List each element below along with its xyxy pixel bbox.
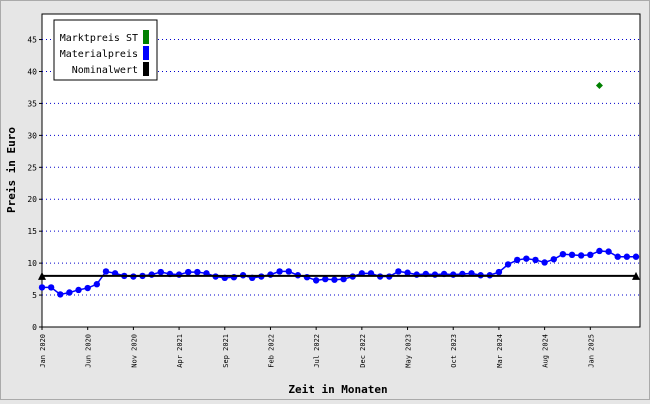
y-tick-label: 35: [27, 99, 37, 108]
x-tick-label: Oct 2023: [450, 334, 458, 368]
data-point-materialpreis: [605, 248, 612, 255]
data-point-materialpreis: [577, 252, 585, 259]
legend-label: Marktpreis ST: [60, 33, 138, 44]
data-point-materialpreis: [395, 268, 402, 275]
y-tick-label: 25: [27, 163, 37, 172]
x-tick-label: Dec 2022: [359, 334, 367, 368]
legend: Marktpreis ST Materialpreis Nominalwert: [53, 19, 158, 81]
data-point-materialpreis: [194, 268, 201, 276]
data-point-materialpreis: [285, 268, 292, 275]
legend-swatch: [143, 30, 149, 44]
x-tick-label: Sep 2021: [222, 334, 230, 368]
x-tick-label: Aug 2024: [542, 334, 550, 368]
x-tick-label: May 2023: [405, 334, 413, 368]
y-tick-label: 15: [27, 227, 37, 236]
x-tick-label: Jan 2020: [39, 334, 47, 368]
y-tick-label: 45: [27, 36, 37, 45]
x-tick-label: Jan 2025: [587, 334, 595, 368]
data-point-materialpreis: [157, 268, 164, 276]
data-point-materialpreis: [541, 259, 548, 266]
data-point-materialpreis: [57, 291, 64, 298]
x-axis-title: Zeit in Monaten: [288, 383, 387, 396]
y-tick-label: 0: [32, 323, 37, 332]
x-tick-label: Feb 2022: [267, 334, 275, 368]
data-point-materialpreis: [596, 247, 603, 255]
data-point-materialpreis: [623, 253, 631, 260]
data-point-materialpreis: [38, 284, 46, 291]
data-point-materialpreis: [504, 261, 512, 268]
x-tick-label: Apr 2021: [176, 334, 184, 368]
data-point-materialpreis: [66, 289, 73, 296]
data-point-materialpreis: [587, 251, 594, 259]
y-tick-label: 40: [27, 67, 37, 76]
x-tick-label: Nov 2020: [130, 334, 138, 368]
data-point-materialpreis: [331, 276, 338, 283]
data-point-materialpreis: [84, 284, 91, 292]
data-point-materialpreis: [568, 251, 576, 259]
x-tick-label: Mar 2024: [496, 334, 504, 368]
chart: 0 5 10 15 20 25 30 35 40 45 Jan 2020 Jun 2020 Nov 2…: [0, 0, 650, 400]
data-point-materialpreis: [495, 268, 503, 276]
y-tick-label: 20: [27, 195, 37, 204]
data-point-materialpreis: [523, 255, 530, 262]
data-point-materialpreis: [559, 250, 567, 258]
data-point-materialpreis: [614, 253, 621, 260]
y-axis-title: Preis in Euro: [5, 127, 18, 213]
data-point-materialpreis: [312, 277, 320, 284]
data-point-materialpreis: [550, 256, 557, 263]
data-point-materialpreis: [185, 268, 192, 276]
y-tick-label: 5: [32, 291, 37, 300]
data-point-materialpreis: [75, 286, 82, 294]
y-tick-label: 30: [27, 131, 37, 140]
legend-swatch: [143, 46, 149, 60]
data-point-materialpreis: [47, 284, 55, 291]
legend-swatch: [143, 62, 149, 76]
data-point-materialpreis: [276, 268, 283, 275]
legend-label: Materialpreis: [60, 49, 138, 60]
x-tick-label: Jun 2020: [85, 334, 93, 368]
x-tick-label: Jul 2022: [313, 334, 321, 368]
data-point-materialpreis: [514, 256, 521, 264]
data-point-materialpreis: [532, 256, 539, 264]
data-point-materialpreis: [632, 253, 640, 260]
y-tick-label: 10: [27, 259, 37, 268]
data-point-materialpreis: [93, 281, 101, 288]
data-point-materialpreis: [102, 268, 110, 275]
legend-label: Nominalwert: [72, 65, 138, 76]
chart-canvas: 0 5 10 15 20 25 30 35 40 45 Jan 2020 Jun 2020 Nov 2…: [0, 0, 650, 400]
